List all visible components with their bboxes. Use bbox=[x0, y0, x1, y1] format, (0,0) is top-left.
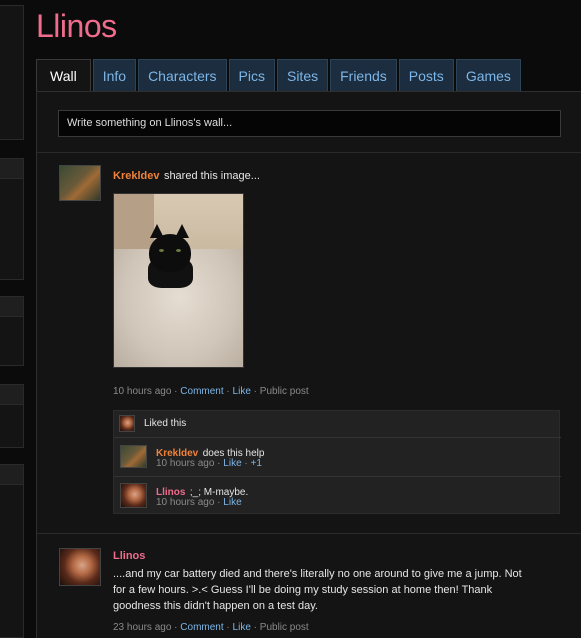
comment-timestamp: 10 hours ago bbox=[156, 497, 215, 508]
like-link[interactable]: Like bbox=[233, 622, 251, 633]
visibility-label: Public post bbox=[259, 386, 309, 397]
visibility-label: Public post bbox=[259, 622, 309, 633]
tab-wall[interactable]: Wall bbox=[36, 59, 91, 92]
like-link[interactable]: Like bbox=[223, 497, 241, 508]
post-author-link[interactable]: Llinos bbox=[113, 550, 145, 562]
like-link[interactable]: Like bbox=[223, 458, 241, 469]
sidebar-panel bbox=[0, 158, 24, 280]
wall-content: Write something on Llinos's wall... Krek… bbox=[36, 91, 581, 638]
wall-post-input[interactable]: Write something on Llinos's wall... bbox=[58, 110, 561, 137]
likes-row: Liked this bbox=[114, 411, 561, 438]
comment-link[interactable]: Comment bbox=[180, 622, 223, 633]
comment-item: Krekldev does this help 10 hours ago · L… bbox=[114, 438, 561, 477]
liked-text: Liked this bbox=[144, 418, 187, 429]
tab-info[interactable]: Info bbox=[92, 59, 137, 91]
avatar[interactable] bbox=[59, 548, 101, 586]
tab-posts[interactable]: Posts bbox=[398, 59, 454, 91]
plus-one-count[interactable]: +1 bbox=[251, 458, 262, 469]
profile-name: Llinos bbox=[36, 8, 117, 44]
tab-pics[interactable]: Pics bbox=[228, 59, 275, 91]
post-timestamp: 23 hours ago bbox=[113, 622, 172, 633]
avatar[interactable] bbox=[120, 445, 147, 468]
post-header: Krekldev shared this image... bbox=[113, 166, 260, 184]
sidebar-panel bbox=[0, 464, 24, 638]
comments-box: Liked this Krekldev does this help 10 ho… bbox=[113, 410, 561, 515]
post-meta: 23 hours ago · Comment · Like · Public p… bbox=[113, 622, 309, 633]
sidebar-panel bbox=[0, 296, 24, 366]
avatar[interactable] bbox=[119, 415, 135, 432]
tab-games[interactable]: Games bbox=[455, 59, 521, 91]
post-author-link[interactable]: Krekldev bbox=[113, 170, 159, 182]
tab-sites[interactable]: Sites bbox=[276, 59, 329, 91]
sidebar-panel bbox=[0, 384, 24, 448]
left-sidebar bbox=[0, 0, 24, 638]
shared-image[interactable] bbox=[113, 193, 244, 368]
comment-meta: 10 hours ago · Like bbox=[156, 497, 242, 508]
comment-item: Llinos ;_; M-maybe. 10 hours ago · Like bbox=[114, 477, 561, 515]
post-body: ....and my car battery died and there's … bbox=[113, 568, 522, 612]
comment-link[interactable]: Comment bbox=[180, 386, 223, 397]
comment-timestamp: 10 hours ago bbox=[156, 458, 215, 469]
like-link[interactable]: Like bbox=[233, 386, 251, 397]
post-action: shared this image... bbox=[163, 170, 260, 182]
avatar[interactable] bbox=[120, 483, 147, 508]
sidebar-panel bbox=[0, 5, 24, 140]
profile-tabs: Wall Info Characters Pics Sites Friends … bbox=[36, 59, 523, 92]
divider bbox=[37, 152, 581, 153]
post-timestamp: 10 hours ago bbox=[113, 386, 172, 397]
comment-meta: 10 hours ago · Like · +1 bbox=[156, 458, 262, 469]
post-meta: 10 hours ago · Comment · Like · Public p… bbox=[113, 386, 309, 397]
tab-friends[interactable]: Friends bbox=[330, 59, 397, 91]
tab-characters[interactable]: Characters bbox=[138, 59, 227, 91]
divider bbox=[37, 533, 581, 534]
avatar[interactable] bbox=[59, 165, 101, 201]
